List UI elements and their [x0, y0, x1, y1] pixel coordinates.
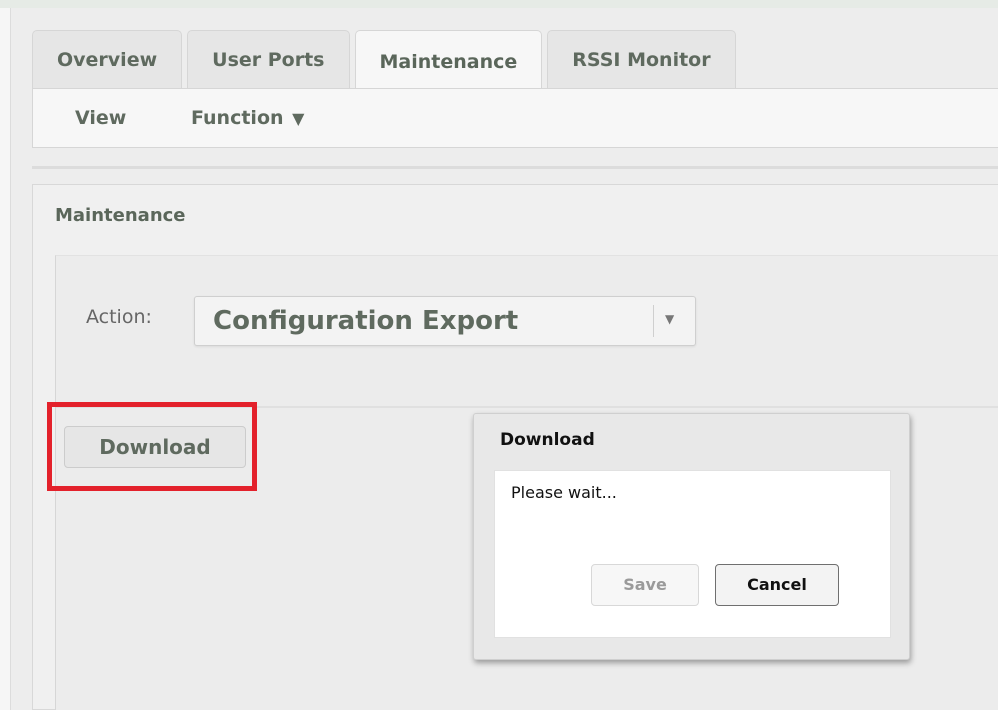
- dropdown-arrow-icon: ▼: [665, 312, 675, 326]
- action-label: Action:: [86, 306, 152, 328]
- view-menu[interactable]: View: [75, 89, 126, 147]
- function-menu[interactable]: Function ▼: [191, 89, 304, 147]
- dialog-body: Please wait... Save Cancel: [494, 470, 891, 638]
- top-rule: [0, 0, 998, 8]
- tab-maintenance[interactable]: Maintenance: [354, 30, 543, 88]
- sub-navigation: View Function ▼: [32, 88, 998, 148]
- panel-title: Maintenance: [55, 205, 186, 226]
- tab-user-ports[interactable]: User Ports: [187, 30, 350, 88]
- download-dialog: Download Please wait... Save Cancel: [473, 413, 910, 660]
- select-separator: [653, 305, 654, 337]
- function-menu-label: Function: [191, 107, 284, 129]
- action-select[interactable]: Configuration Export ▼: [194, 296, 696, 346]
- tab-rssi-monitor[interactable]: RSSI Monitor: [547, 30, 736, 88]
- save-button[interactable]: Save: [591, 564, 699, 606]
- highlight-box: [47, 402, 257, 491]
- dialog-title: Download: [500, 430, 595, 450]
- tab-overview[interactable]: Overview: [32, 30, 183, 88]
- tab-bar: Overview User Ports Maintenance RSSI Mon…: [32, 30, 741, 88]
- action-select-value: Configuration Export: [213, 306, 519, 336]
- divider: [32, 166, 998, 169]
- left-edge: [0, 8, 10, 710]
- cancel-button[interactable]: Cancel: [715, 564, 839, 606]
- view-menu-label: View: [75, 107, 127, 129]
- dialog-message: Please wait...: [511, 483, 617, 502]
- triangle-down-icon: ▼: [292, 109, 305, 128]
